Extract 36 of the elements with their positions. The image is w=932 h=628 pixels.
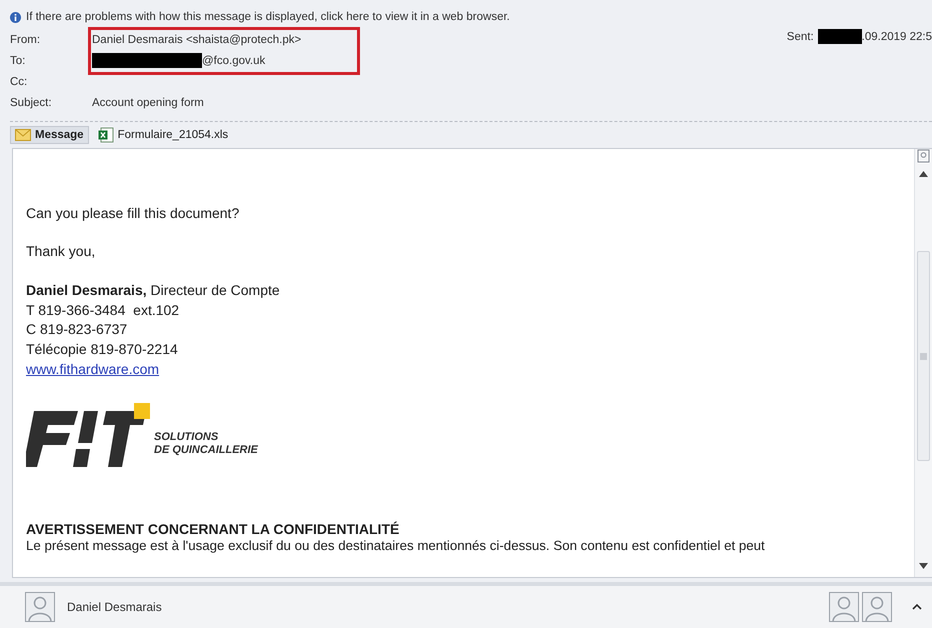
info-icon (10, 12, 21, 22)
scroll-thumb[interactable] (917, 251, 930, 461)
caret-icon[interactable] (912, 603, 922, 611)
tab[interactable]: Formulaire_21054.xls (92, 124, 234, 146)
avatar-icon[interactable] (829, 592, 859, 622)
contact-name: Daniel Desmarais (67, 600, 162, 614)
tab[interactable]: Message (10, 126, 89, 144)
signature-line: C 819-823-6737 (26, 320, 128, 339)
info-bar-message[interactable]: If there are problems with how this message is displayed, click here to view it in a web browser. (26, 11, 510, 23)
disclaimer-heading: AVERTISSEMENT CONCERNANT LA CONFIDENTIALITÉ (26, 521, 400, 538)
envelope-icon (15, 129, 31, 141)
signature-line: Télécopie 819-870-2214 (26, 340, 179, 359)
field-label: To: (10, 54, 26, 66)
field-value: Account opening form (92, 96, 204, 108)
field-label: Subject: (10, 96, 53, 108)
message-text: Thank you, (26, 243, 96, 259)
field-label: Cc: (10, 76, 28, 88)
message-text: Can you please fill this document? (26, 205, 240, 221)
website-link[interactable]: www.fithardware.com (26, 361, 160, 377)
spreadsheet-icon (98, 127, 114, 143)
logo-tagline: DE QUINCAILLERIE (154, 444, 258, 457)
field-value: @fco.gov.uk (202, 54, 266, 66)
scrollbar[interactable] (914, 149, 932, 577)
field-value: Daniel Desmarais <shaista@protech.pk> (92, 34, 302, 46)
scroll-up-icon[interactable] (918, 169, 929, 179)
field-value: .09.2019 22:5 (862, 30, 932, 42)
avatar-icon[interactable] (25, 592, 55, 622)
scroll-down-icon[interactable] (918, 561, 929, 571)
field-label: Sent: (786, 30, 814, 42)
signature-line: T 819-366-3484 ext.102 (26, 300, 180, 320)
signature-line: Daniel Desmarais, Directeur de Compte (26, 281, 281, 300)
avatar-icon[interactable] (862, 592, 892, 622)
logo-tagline: SOLUTIONS (154, 431, 220, 444)
contact-card-icon[interactable] (917, 149, 930, 163)
field-label: From: (10, 34, 42, 46)
message-text: Le présent message est à l'usage exclusif du ou des destinataires mentionnés ci-dessus. Son contenu est confidentiel et peut (26, 538, 766, 553)
